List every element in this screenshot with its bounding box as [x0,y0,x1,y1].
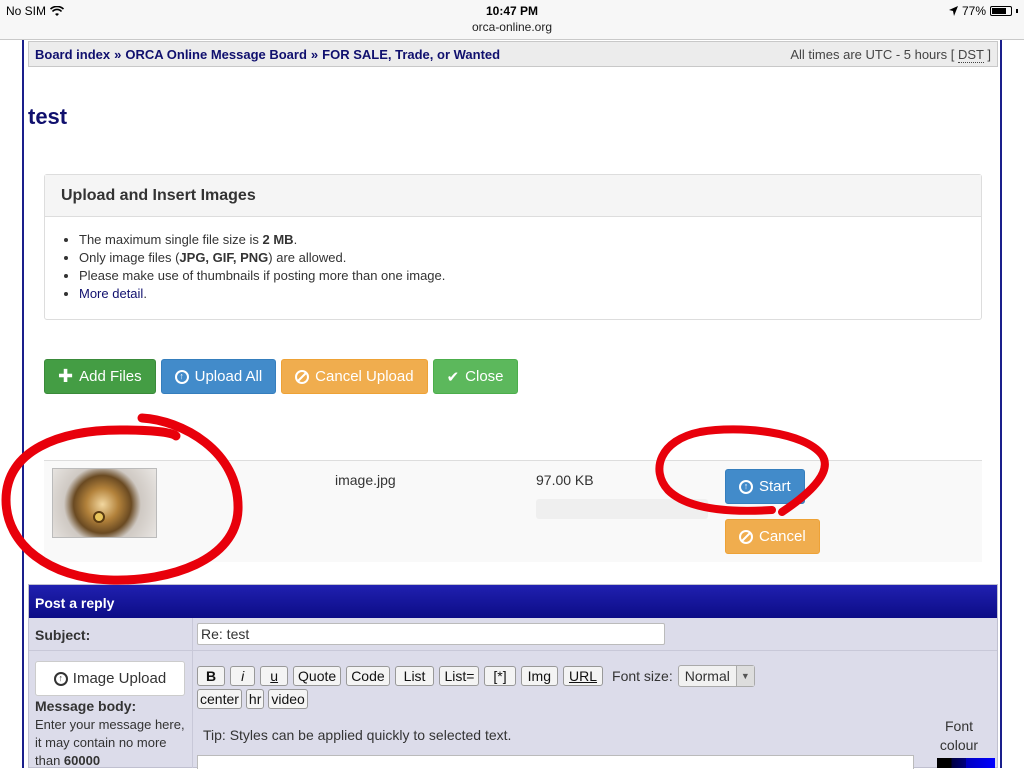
breadcrumb-for-sale[interactable]: FOR SALE, Trade, or Wanted [322,47,500,62]
post-reply-form: Post a reply Subject: Re: test ↑ Image U… [28,584,998,769]
start-button[interactable]: ↑ Start [725,469,805,504]
more-detail-link[interactable]: More detail [79,286,143,301]
checkmark-icon: ✔ [446,368,460,386]
file-size: 97.00 KB [536,472,594,488]
bold-button[interactable]: B [197,666,226,686]
rule-file-types: Only image files (JPG, GIF, PNG) are all… [79,249,965,267]
cancel-upload-button[interactable]: Cancel Upload [281,359,428,394]
font-size-select[interactable]: Normal ▼ [677,665,755,687]
code-button[interactable]: Code [346,666,390,686]
upload-progress-bar [536,499,708,519]
rule-more-detail: More detail. [79,285,965,303]
breadcrumb-separator: » [310,47,319,62]
file-row: image.jpg 97.00 KB ↑ Start Cancel [44,460,982,562]
location-arrow-icon [948,6,958,16]
rule-thumbnails: Please make use of thumbnails if posting… [79,267,965,285]
upload-panel: Upload and Insert Images The maximum sin… [44,174,982,320]
url-button[interactable]: URL [563,666,604,686]
upload-all-button[interactable]: ↑ Upload All [160,359,277,394]
file-name: image.jpg [335,472,396,488]
upload-panel-body: The maximum single file size is 2 MB. On… [45,217,981,317]
image-thumbnail[interactable] [52,468,157,538]
upload-arrow-icon: ↑ [53,671,68,686]
message-body-label: Message body: [35,698,137,714]
battery-icon [990,6,1012,16]
dst-abbr: DST [957,47,984,63]
list-item-button[interactable]: [*] [484,666,516,686]
font-size-label: Font size: [612,668,673,684]
battery-status: 77% [948,4,1018,18]
timezone-suffix: ] [987,47,991,62]
page: Board index» ORCA Online Message Board» FO… [22,40,1002,769]
underline-button[interactable]: u [260,666,289,686]
address-bar-url[interactable]: orca-online.org [0,20,1024,34]
font-colour-label: Font colour [939,718,979,753]
upload-arrow-icon: ↑ [174,369,189,384]
upload-panel-title: Upload and Insert Images [45,175,981,217]
battery-percent: 77% [961,4,986,18]
post-reply-header: Post a reply [29,585,997,618]
status-bar: No SIM 10:47 PM orca-online.org 77% [0,0,1024,40]
ban-icon [295,369,310,384]
ban-icon [739,529,753,544]
hr-button[interactable]: hr [245,689,265,709]
message-body-help: Enter your message here, it may contain … [35,717,185,768]
upload-arrow-icon: ↑ [739,479,753,494]
rule-max-size: The maximum single file size is 2 MB. [79,231,965,249]
format-toolbar-row2: center hr video [197,689,308,709]
breadcrumb-bar: Board index» ORCA Online Message Board» FO… [28,41,998,67]
breadcrumb: Board index» ORCA Online Message Board» FO… [35,47,500,62]
breadcrumb-board-index[interactable]: Board index [35,47,110,62]
format-tip: Tip: Styles can be applied quickly to se… [203,727,512,743]
image-upload-button[interactable]: ↑ Image Upload [35,661,185,696]
list-button[interactable]: List [394,666,435,686]
message-textarea[interactable] [197,755,914,769]
topic-title[interactable]: test [28,104,67,130]
battery-tip [1016,9,1018,13]
breadcrumb-separator: » [114,47,122,62]
center-button[interactable]: center [197,689,242,709]
plus-icon: ✚ [58,366,74,386]
clock: 10:47 PM [485,4,539,18]
img-button[interactable]: Img [520,666,558,686]
add-files-button[interactable]: ✚ Add Files [44,359,156,394]
subject-row: Subject: Re: test [29,618,997,651]
list-ordered-button[interactable]: List= [439,666,480,686]
column-divider [192,618,193,768]
close-button[interactable]: ✔ Close [432,359,518,394]
upload-toolbar: ✚ Add Files ↑ Upload All Cancel Upload ✔… [44,359,518,394]
chevron-down-icon: ▼ [735,666,754,686]
timezone-prefix: All times are UTC - 5 hours [ [790,47,955,62]
breadcrumb-message-board[interactable]: ORCA Online Message Board [125,47,307,62]
timezone-info: All times are UTC - 5 hours [ DST ] [790,47,991,63]
subject-input[interactable]: Re: test [197,623,665,645]
subject-label: Subject: [35,627,91,643]
cancel-button[interactable]: Cancel [725,519,820,554]
format-toolbar: B i u Quote Code List List= [*] Img URL … [197,665,755,687]
colour-palette[interactable] [937,758,995,768]
quote-button[interactable]: Quote [293,666,342,686]
italic-button[interactable]: i [230,666,256,686]
video-button[interactable]: video [268,689,308,709]
